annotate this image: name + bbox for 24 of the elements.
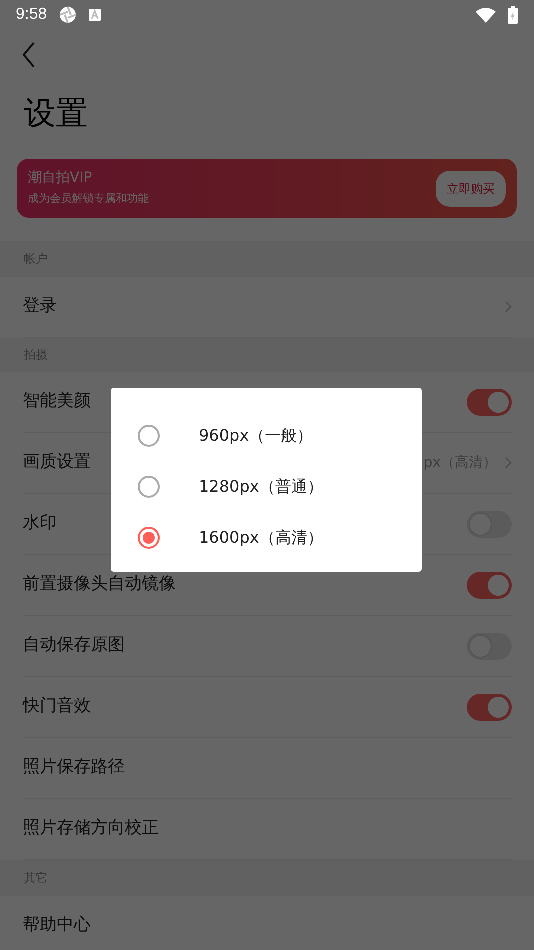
toggle-switch[interactable] (467, 572, 512, 598)
vip-subtitle: 成为会员解锁专属和功能 (28, 190, 150, 207)
settings-row[interactable]: 自动保存原图 (23, 616, 512, 677)
keyboard-letter-icon (89, 9, 102, 21)
chevron-right-icon (505, 457, 512, 469)
settings-row[interactable]: 照片保存路径 (23, 738, 512, 799)
toggle-switch[interactable] (467, 388, 512, 416)
settings-row[interactable]: 快门音效 (23, 677, 512, 738)
radio-icon[interactable] (137, 424, 161, 448)
page-title: 设置 (24, 94, 89, 134)
radio-icon[interactable] (137, 526, 161, 550)
back-icon[interactable] (22, 42, 36, 68)
settings-row[interactable]: 帮助中心 (23, 896, 512, 950)
radio-option[interactable]: 1280px（普通） (137, 461, 397, 512)
toggle-switch[interactable] (467, 694, 512, 720)
chevron-right-icon (505, 301, 512, 313)
radio-icon[interactable] (137, 474, 161, 498)
status-time: 9:58 (16, 5, 48, 25)
buy-button[interactable]: 立即购买 (436, 170, 506, 206)
aperture-icon (59, 6, 78, 24)
wifi-icon (476, 7, 496, 23)
vip-title: 潮自拍VIP (28, 170, 94, 187)
battery-icon (508, 6, 518, 24)
radio-option[interactable]: 960px（一般） (137, 410, 397, 461)
